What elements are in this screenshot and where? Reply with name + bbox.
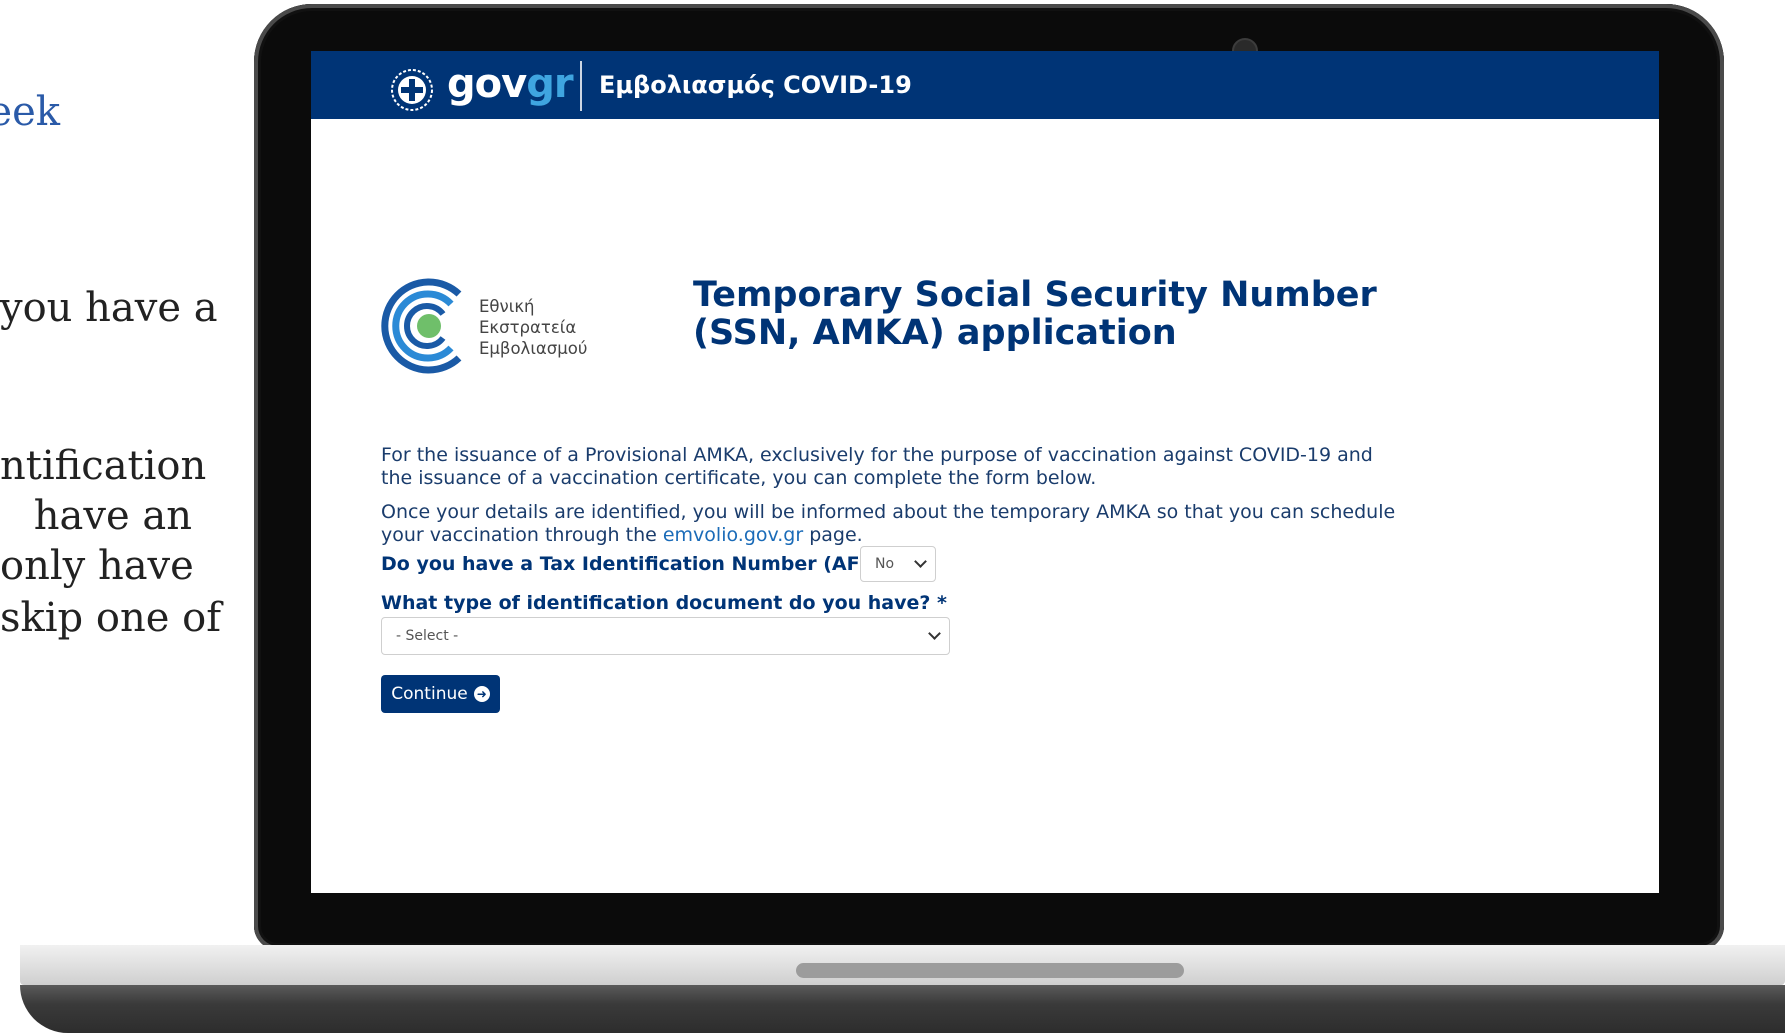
greek-emblem-icon (391, 69, 433, 111)
emvolio-link[interactable]: emvolio.gov.gr (663, 524, 803, 546)
afm-select[interactable]: No (860, 546, 936, 582)
page-title: Temporary Social Security Number (SSN, A… (693, 275, 1377, 353)
info-paragraph: Once your details are identified, you wi… (381, 501, 1396, 546)
browser-screen: govgr Εμβολιασμός COVID-19 Εθνική Εκστρα… (311, 51, 1659, 893)
govgr-logo[interactable]: govgr (447, 62, 574, 106)
side-article-line: ntification (0, 443, 207, 489)
continue-button[interactable]: Continue ➜ (381, 675, 500, 713)
app-title: Εμβολιασμός COVID-19 (599, 71, 912, 99)
side-article-line: you have a (0, 285, 218, 331)
header-bar: govgr Εμβολιασμός COVID-19 (311, 51, 1659, 119)
afm-question-label: Do you have a Tax Identification Number … (381, 553, 915, 575)
document-question-label: What type of identification document do … (381, 592, 947, 614)
laptop-notch (796, 963, 1184, 978)
side-article-line: have an (33, 493, 192, 539)
arrow-right-circle-icon: ➜ (473, 686, 490, 702)
side-article-line: skip one of (0, 595, 221, 641)
header-divider (580, 61, 582, 111)
chevron-down-icon (914, 555, 927, 568)
chevron-down-icon (928, 627, 941, 640)
intro-paragraph: For the issuance of a Provisional AMKA, … (381, 444, 1373, 489)
laptop-base-shadow (20, 985, 1785, 1033)
document-type-select[interactable]: - Select - (381, 617, 950, 655)
side-article-line[interactable]: eek (0, 89, 60, 135)
side-article-line: only have (0, 543, 194, 589)
vaccination-campaign-logo-icon (381, 278, 462, 374)
campaign-name: Εθνική Εκστρατεία Εμβολιασμού (479, 297, 588, 358)
